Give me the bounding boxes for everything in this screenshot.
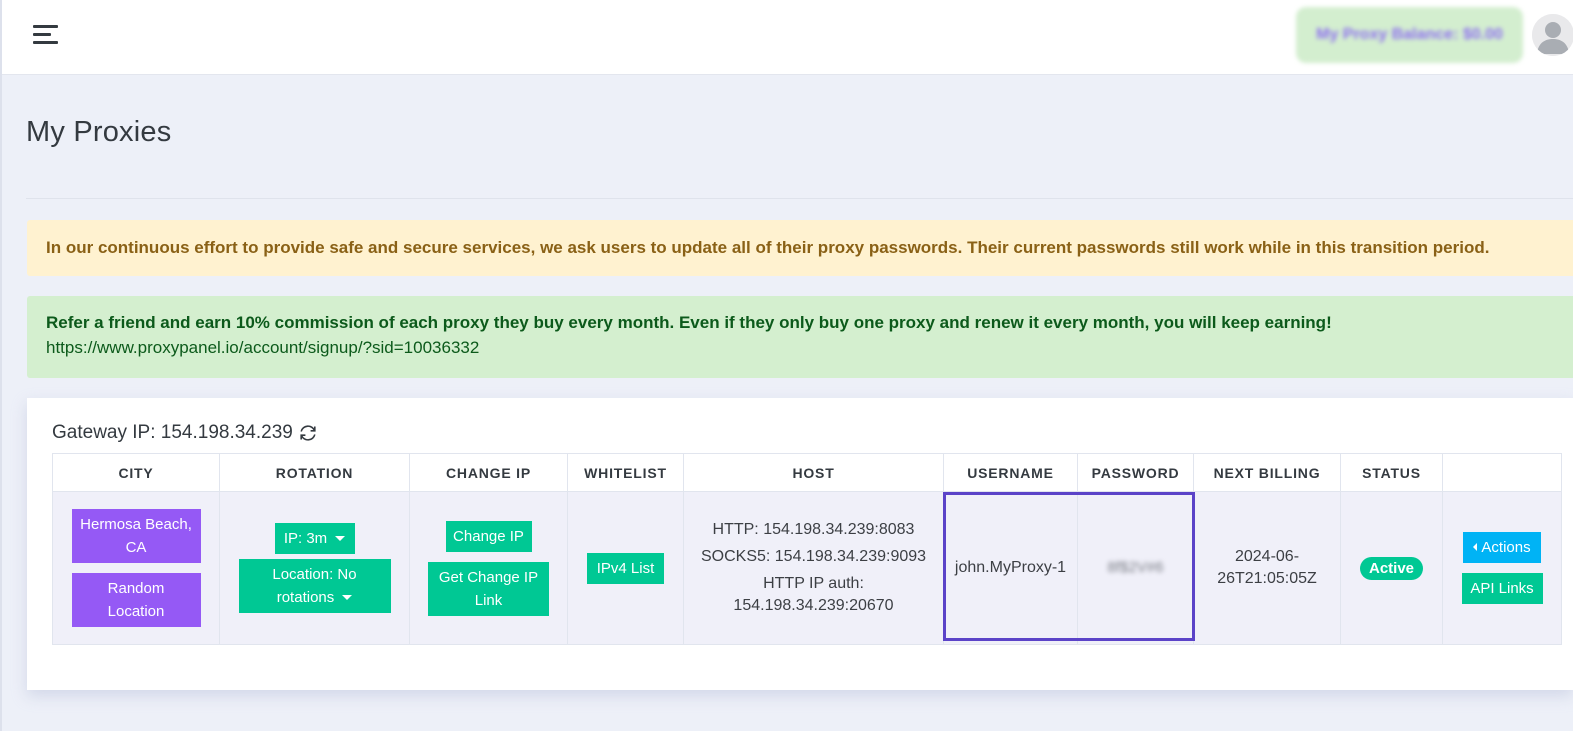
column-header-next-billing: Next Billing: [1193, 453, 1341, 492]
change-ip-button[interactable]: Change IP: [445, 520, 532, 552]
username-value: john.MyProxy-1: [954, 559, 1067, 576]
title-divider: [26, 198, 1573, 199]
location-rotation-label: Location: No rotations: [272, 566, 357, 606]
caret-down-icon: [342, 594, 353, 600]
gateway-ip-label: Gateway IP: 154.198.34.239: [52, 422, 293, 443]
whitelist-cell: IPv4 List: [567, 491, 684, 645]
city-cell: Hermosa Beach, CA Random Location: [52, 491, 220, 645]
proxy-balance-button[interactable]: My Proxy Balance: $0.00: [1296, 7, 1523, 63]
host-ip-auth: 154.198.34.239:20670: [733, 597, 894, 614]
status-badge: Active: [1359, 556, 1424, 580]
api-links-button[interactable]: API Links: [1461, 573, 1543, 604]
column-header-status: Status: [1340, 453, 1443, 492]
next-billing-value: 2024-06-26T21:05:05Z: [1217, 548, 1317, 587]
host-socks5: SOCKS5: 154.198.34.239:9093: [700, 548, 927, 565]
page-title: My Proxies: [26, 116, 172, 148]
get-change-ip-link-button[interactable]: Get Change IP Link: [428, 561, 549, 616]
user-avatar-icon[interactable]: [1532, 14, 1573, 56]
password-update-alert-text: In our continuous effort to provide safe…: [46, 238, 1490, 257]
username-cell: john.MyProxy-1: [943, 491, 1078, 645]
column-header-username: Username: [943, 453, 1078, 492]
proxies-table: City Rotation Change IP Whitelist Host U…: [52, 453, 1562, 645]
referral-alert-text: Refer a friend and earn 10% commission o…: [46, 313, 1332, 332]
gateway-ip: Gateway IP: 154.198.34.239: [52, 422, 318, 444]
refresh-icon[interactable]: [298, 423, 318, 443]
table-header-row: City Rotation Change IP Whitelist Host U…: [52, 453, 1562, 492]
ip-rotation-label: IP: 3m: [283, 530, 328, 547]
referral-alert: Refer a friend and earn 10% commission o…: [27, 296, 1573, 378]
actions-label: Actions: [1481, 539, 1531, 556]
ip-rotation-dropdown[interactable]: IP: 3m: [274, 523, 355, 554]
status-cell: Active: [1340, 491, 1443, 645]
top-bar: My Proxy Balance: $0.00: [2, 0, 1573, 75]
caret-left-icon: [1473, 543, 1478, 552]
column-header-whitelist: Whitelist: [567, 453, 684, 492]
table-row: Hermosa Beach, CA Random Location IP: 3m…: [52, 491, 1562, 645]
actions-dropdown[interactable]: Actions: [1463, 532, 1541, 563]
host-ip-auth-label: HTTP IP auth:: [763, 575, 864, 592]
column-header-password: Password: [1077, 453, 1194, 492]
rotation-cell: IP: 3m Location: No rotations: [219, 491, 410, 645]
column-header-rotation: Rotation: [219, 453, 410, 492]
host-cell: HTTP: 154.198.34.239:8083 SOCKS5: 154.19…: [683, 491, 944, 645]
column-header-host: Host: [683, 453, 944, 492]
column-header-actions: [1442, 453, 1562, 492]
ipv4-list-button[interactable]: IPv4 List: [587, 552, 664, 584]
hamburger-menu-icon[interactable]: [33, 24, 60, 46]
caret-down-icon: [335, 535, 346, 541]
city-button[interactable]: Hermosa Beach, CA: [71, 509, 201, 563]
password-value: 8f$2V#6: [1107, 559, 1164, 576]
proxies-card: Gateway IP: 154.198.34.239 City Rotation…: [27, 398, 1573, 690]
column-header-city: City: [52, 453, 220, 492]
location-rotation-dropdown[interactable]: Location: No rotations: [238, 559, 391, 613]
column-header-change-ip: Change IP: [409, 453, 568, 492]
host-http: HTTP: 154.198.34.239:8083: [712, 521, 915, 538]
random-location-button[interactable]: Random Location: [71, 573, 201, 627]
referral-link[interactable]: https://www.proxypanel.io/account/signup…: [46, 337, 1573, 359]
password-update-alert: In our continuous effort to provide safe…: [27, 220, 1573, 276]
password-cell: 8f$2V#6: [1077, 491, 1194, 645]
actions-cell: Actions API Links: [1442, 491, 1562, 645]
left-edge: [0, 0, 2, 731]
change-ip-cell: Change IP Get Change IP Link: [409, 491, 568, 645]
next-billing-cell: 2024-06-26T21:05:05Z: [1193, 491, 1341, 645]
